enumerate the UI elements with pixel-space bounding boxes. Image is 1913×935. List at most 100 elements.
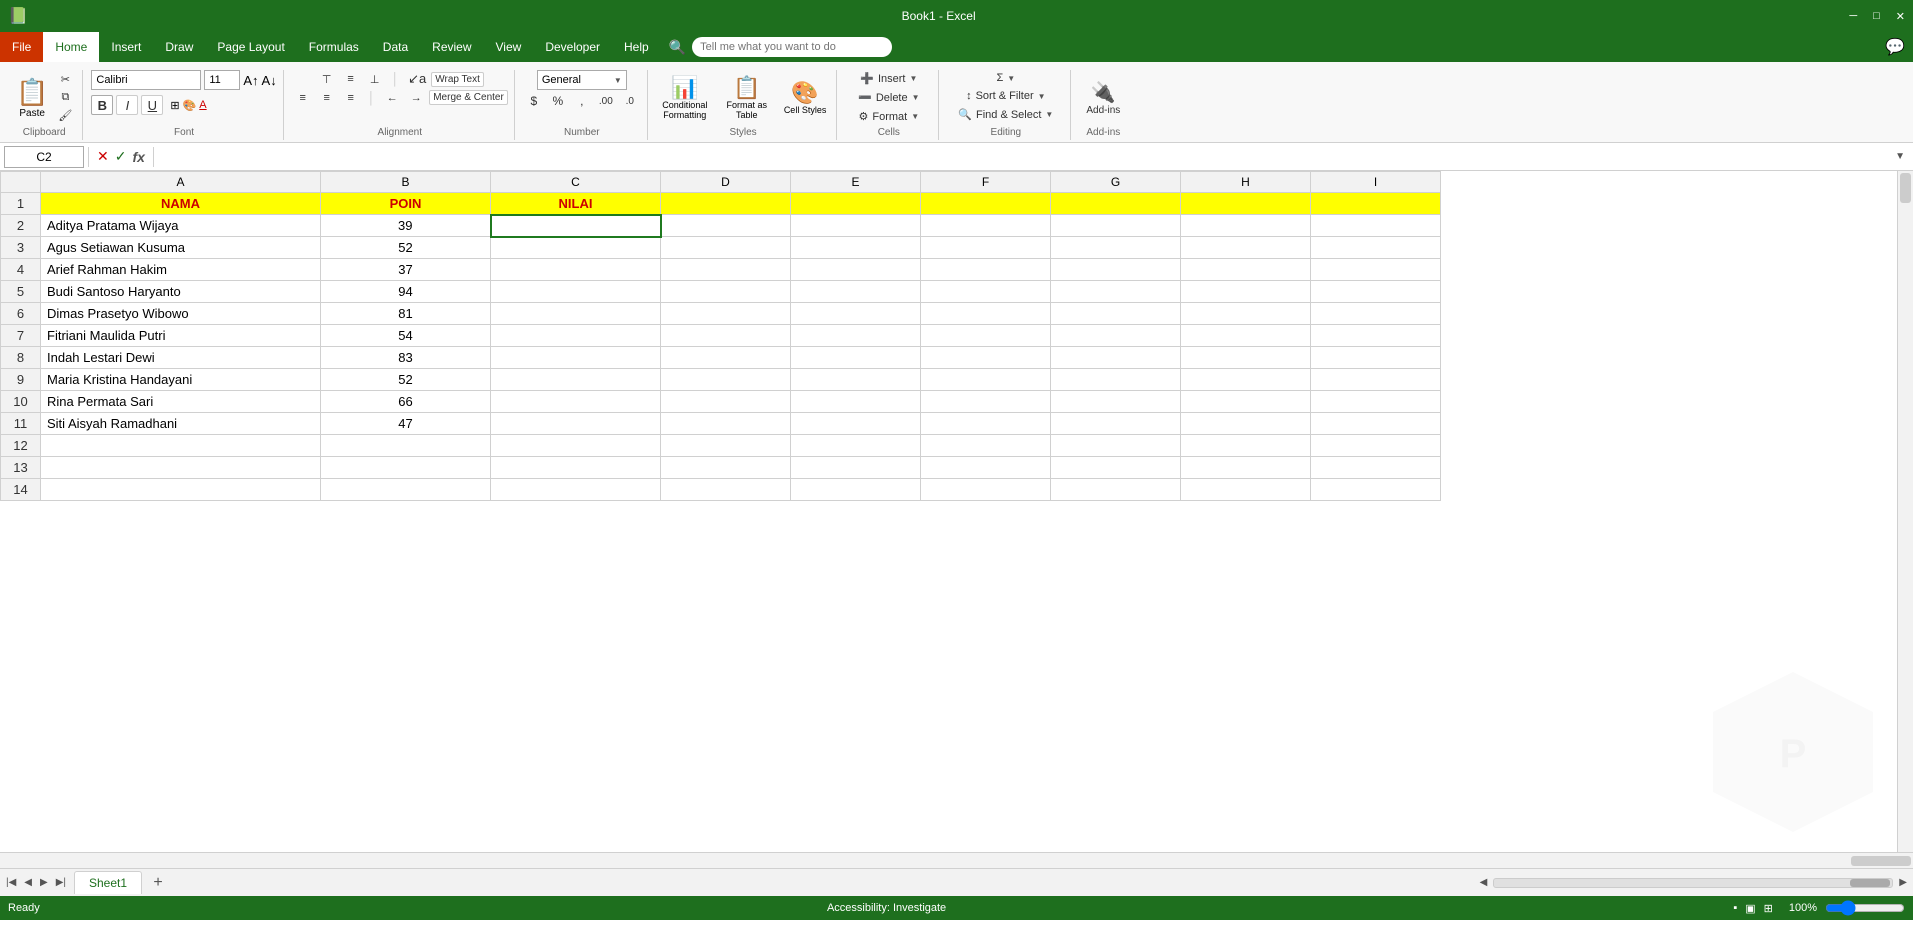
sheet-tab-sheet1[interactable]: Sheet1 [74,871,142,894]
cell-a2[interactable]: Aditya Pratama Wijaya [41,215,321,237]
cell-b6[interactable]: 81 [321,303,491,325]
format-button[interactable]: ⚙ Format ▼ [854,108,923,125]
cell-e14[interactable] [791,479,921,501]
align-middle-button[interactable]: ≡ [340,72,362,86]
row-number-13[interactable]: 13 [1,457,41,479]
cell-b14[interactable] [321,479,491,501]
cell-g12[interactable] [1051,435,1181,457]
cell-a12[interactable] [41,435,321,457]
menu-help[interactable]: Help [612,32,661,62]
cell-c4[interactable] [491,259,661,281]
cell-i14[interactable] [1311,479,1441,501]
cell-g9[interactable] [1051,369,1181,391]
formula-function-button[interactable]: fx [132,149,144,165]
align-left-button[interactable]: ≡ [292,91,314,105]
cell-e10[interactable] [791,391,921,413]
cell-f13[interactable] [921,457,1051,479]
vertical-scrollbar[interactable] [1897,171,1913,852]
cell-c12[interactable] [491,435,661,457]
menu-draw[interactable]: Draw [153,32,205,62]
scrollbar-right-icon[interactable]: ▶ [1897,875,1909,890]
cell-h5[interactable] [1181,281,1311,303]
cell-i5[interactable] [1311,281,1441,303]
fill-color-button[interactable]: 🎨 [183,99,197,112]
row-number-1[interactable]: 1 [1,193,41,215]
cell-b1[interactable]: POIN [321,193,491,215]
menu-developer[interactable]: Developer [533,32,612,62]
cell-h12[interactable] [1181,435,1311,457]
decrease-decimal-button[interactable]: .0 [619,95,641,108]
cell-i1[interactable] [1311,193,1441,215]
row-number-10[interactable]: 10 [1,391,41,413]
cell-e11[interactable] [791,413,921,435]
cell-g10[interactable] [1051,391,1181,413]
cell-e5[interactable] [791,281,921,303]
cell-a9[interactable]: Maria Kristina Handayani [41,369,321,391]
cell-g13[interactable] [1051,457,1181,479]
menu-formulas[interactable]: Formulas [297,32,371,62]
menu-file[interactable]: File [0,32,43,62]
align-top-button[interactable]: ⊤ [316,72,338,87]
paste-button[interactable]: 📋 Paste [12,75,52,121]
col-header-d[interactable]: D [661,172,791,193]
underline-button[interactable]: U [141,95,163,115]
orientation-button[interactable]: ↙a [405,70,429,88]
cell-a11[interactable]: Siti Aisyah Ramadhani [41,413,321,435]
cell-i11[interactable] [1311,413,1441,435]
cell-e7[interactable] [791,325,921,347]
cell-a10[interactable]: Rina Permata Sari [41,391,321,413]
sheet-scrollbar[interactable] [1493,878,1893,888]
cell-reference-box[interactable] [4,146,84,168]
italic-button[interactable]: I [116,95,138,115]
cell-g14[interactable] [1051,479,1181,501]
cell-d5[interactable] [661,281,791,303]
align-right-button[interactable]: ≡ [340,91,362,105]
cell-c5[interactable] [491,281,661,303]
cell-e13[interactable] [791,457,921,479]
menu-page-layout[interactable]: Page Layout [205,32,296,62]
cell-g3[interactable] [1051,237,1181,259]
chat-icon[interactable]: 💬 [1877,32,1913,62]
cell-i9[interactable] [1311,369,1441,391]
row-number-7[interactable]: 7 [1,325,41,347]
cell-g4[interactable] [1051,259,1181,281]
cell-f9[interactable] [921,369,1051,391]
cell-g2[interactable] [1051,215,1181,237]
hscroll-thumb[interactable] [1851,856,1911,866]
bold-button[interactable]: B [91,95,113,115]
cell-f3[interactable] [921,237,1051,259]
cell-a4[interactable]: Arief Rahman Hakim [41,259,321,281]
menu-insert[interactable]: Insert [99,32,153,62]
view-page-layout-button[interactable]: ▣ [1745,902,1755,915]
sheet-nav-first[interactable]: |◀ [4,875,18,890]
cell-b4[interactable]: 37 [321,259,491,281]
corner-cell[interactable] [1,172,41,193]
cell-c3[interactable] [491,237,661,259]
add-sheet-button[interactable]: + [148,873,168,893]
increase-decimal-button[interactable]: .00 [595,95,617,108]
cell-e9[interactable] [791,369,921,391]
zoom-slider[interactable] [1825,900,1905,916]
maximize-button[interactable]: □ [1873,10,1880,23]
row-number-4[interactable]: 4 [1,259,41,281]
cell-f7[interactable] [921,325,1051,347]
cell-d11[interactable] [661,413,791,435]
menu-view[interactable]: View [484,32,534,62]
cell-f11[interactable] [921,413,1051,435]
cell-c10[interactable] [491,391,661,413]
cell-b10[interactable]: 66 [321,391,491,413]
cell-d9[interactable] [661,369,791,391]
font-color-button[interactable]: A [199,99,206,111]
cell-e2[interactable] [791,215,921,237]
cell-d13[interactable] [661,457,791,479]
cell-h10[interactable] [1181,391,1311,413]
cell-a7[interactable]: Fitriani Maulida Putri [41,325,321,347]
percent-button[interactable]: % [547,93,569,109]
format-painter-button[interactable]: 🖌 [54,108,76,123]
cell-h9[interactable] [1181,369,1311,391]
cell-b2[interactable]: 39 [321,215,491,237]
cell-h3[interactable] [1181,237,1311,259]
insert-button[interactable]: ➕ Insert ▼ [854,70,923,87]
cell-d1[interactable] [661,193,791,215]
cell-f8[interactable] [921,347,1051,369]
